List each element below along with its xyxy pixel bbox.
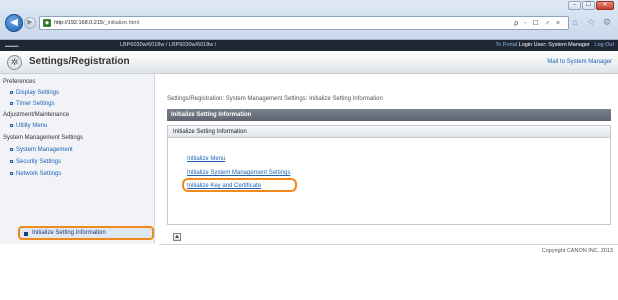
address-text: http://192.168.0.215/_initialize.html — [54, 20, 140, 26]
sidebar-heading-system-management-settings: System Management Settings — [3, 135, 84, 141]
login-user: Login User: System Manager — [518, 42, 590, 48]
gear-icon[interactable]: ⚙ — [601, 16, 613, 28]
initialize-system-management-settings-link[interactable]: Initialize System Management Settings — [187, 170, 290, 176]
sidebar-item-utility-menu[interactable]: Utility Menu — [10, 123, 47, 129]
sidebar-heading-preferences: Preferences — [3, 79, 36, 85]
sidebar-item-timer-settings[interactable]: Timer Settings — [10, 101, 54, 107]
address-tools[interactable]: ρ - ☐ ♂ × — [514, 19, 562, 27]
page-title-bar: ✲ Settings/Registration Mail to System M… — [0, 51, 618, 74]
mail-system-manager-link[interactable]: Mail to System Manager — [547, 59, 612, 65]
copyright-text: Copyright CANON INC. 2013 — [541, 248, 613, 254]
to-portal-link[interactable]: To Portal — [495, 42, 517, 48]
forward-arrow-icon[interactable]: ▶ — [24, 17, 36, 29]
device-header-bar: ▬▬▬ LBP6030w/6018w / LBP6030w/6018w / To… — [0, 40, 618, 51]
sidebar-item-display-settings[interactable]: Display Settings — [10, 90, 59, 96]
favorites-star-icon[interactable]: ☆ — [585, 16, 597, 28]
canon-logo: ▬▬▬ — [5, 43, 19, 48]
page-title: Settings/Registration — [29, 56, 130, 67]
bullet-icon — [10, 171, 13, 175]
logout-link[interactable]: Log Out — [594, 42, 614, 48]
site-favicon-icon: ◆ — [43, 19, 51, 27]
initialize-menu-link[interactable]: Initialize Menu — [187, 156, 225, 162]
sidebar-item-network-settings[interactable]: Network Settings — [10, 171, 61, 177]
settings-gear-icon: ✲ — [7, 55, 22, 70]
footer-divider — [159, 244, 618, 245]
sidebar-item-system-management[interactable]: System Management — [10, 147, 73, 153]
minimize-button[interactable]: – — [568, 1, 581, 10]
back-arrow-icon[interactable]: ◀ — [5, 14, 23, 32]
sidebar-item-security-settings[interactable]: Security Settings — [10, 159, 61, 165]
maximize-button[interactable]: ☐ — [582, 1, 595, 10]
sidebar: Preferences Display Settings Timer Setti… — [0, 74, 155, 244]
browser-toolbar-icons: ⌂ ☆ ⚙ — [569, 16, 613, 28]
settings-panel: Initialize Setting Information Initializ… — [167, 125, 611, 225]
bullet-icon — [10, 147, 13, 151]
panel-title: Initialize Setting Information — [168, 126, 610, 138]
collapse-up-icon[interactable]: ▲ — [173, 233, 181, 241]
sidebar-heading-adjustment: Adjustment/Maintenance — [3, 112, 70, 118]
highlight-outline — [182, 178, 297, 192]
browser-toolbar: – ☐ ✕ ◀ ▶ ◆ http://192.168.0.215/_initia… — [0, 0, 618, 40]
bullet-icon — [10, 90, 13, 94]
bullet-icon — [10, 123, 13, 127]
bullet-icon — [10, 101, 13, 105]
sidebar-item-initialize-setting-information[interactable]: Initialize Setting Information — [18, 226, 154, 240]
active-bullet-icon — [24, 231, 28, 236]
close-button[interactable]: ✕ — [596, 1, 614, 10]
home-icon[interactable]: ⌂ — [569, 16, 581, 28]
device-model: LBP6030w/6018w / LBP6030w/6018w / — [120, 42, 217, 48]
section-title: Initialize Setting Information — [167, 109, 611, 121]
address-bar[interactable]: ◆ http://192.168.0.215/_initialize.html … — [39, 16, 569, 30]
header-right: To Portal Login User: System Manager Log… — [495, 40, 614, 51]
window-controls: – ☐ ✕ — [568, 1, 614, 10]
bullet-icon — [10, 159, 13, 163]
breadcrumb: Settings/Registration: System Management… — [167, 96, 383, 102]
